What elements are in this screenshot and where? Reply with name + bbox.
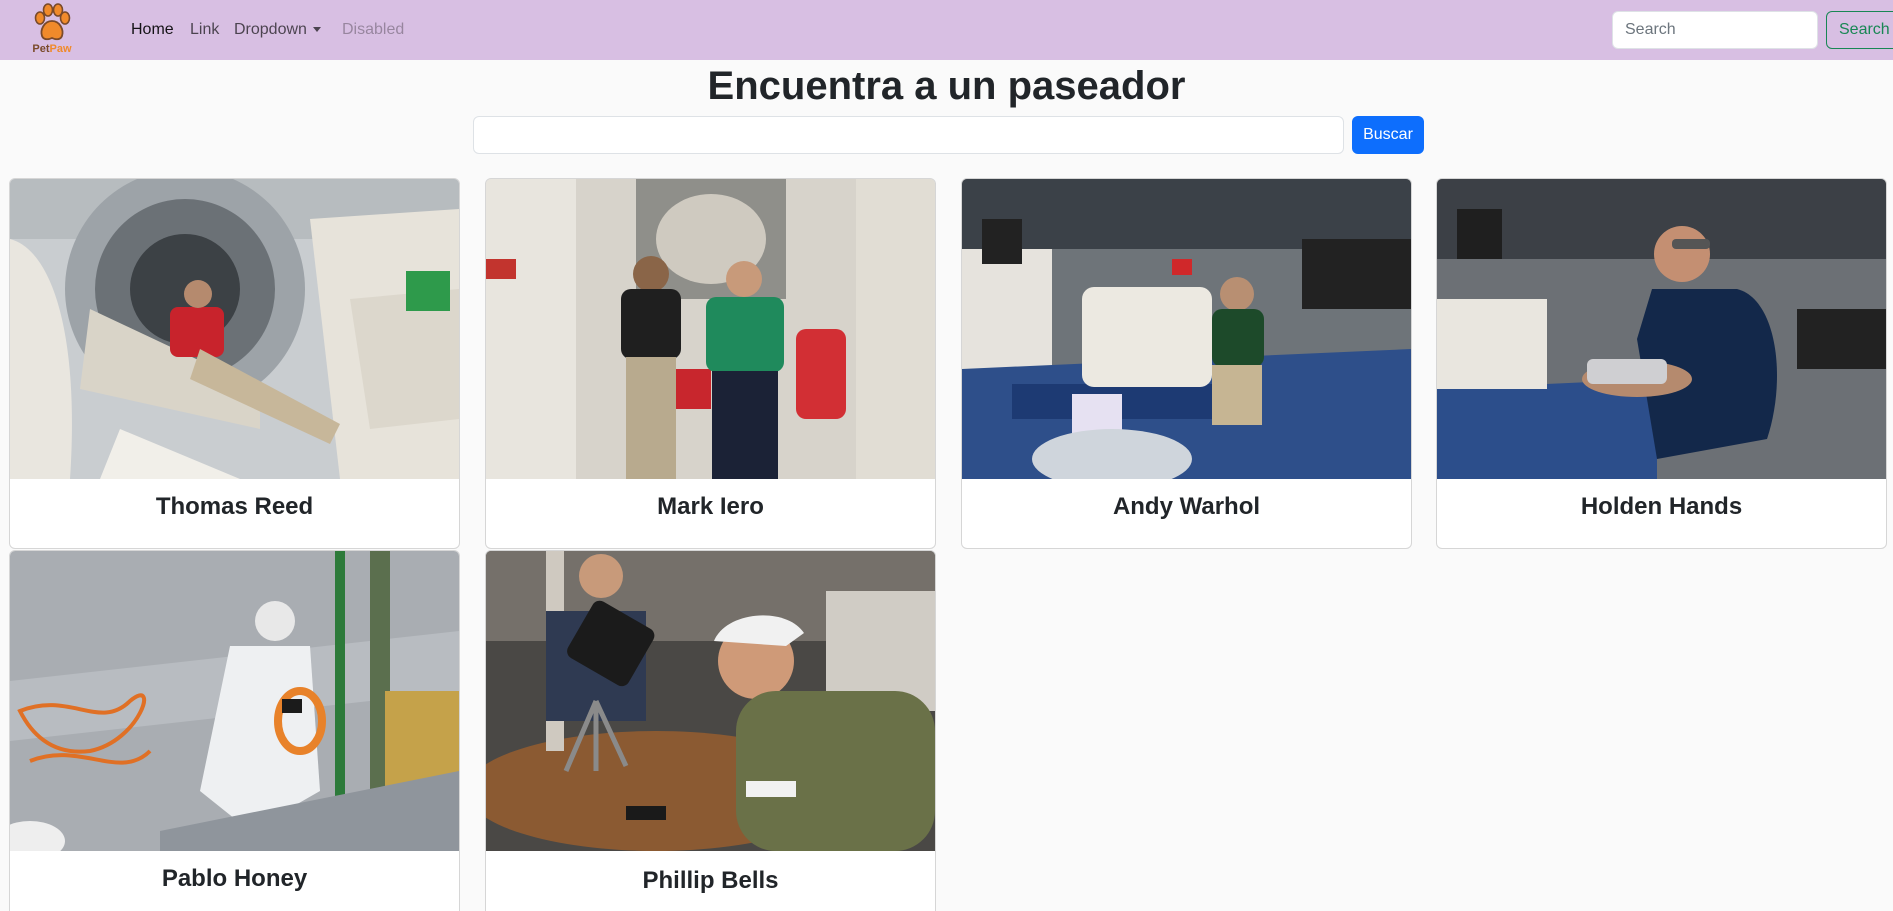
brand-logo[interactable]: PetPaw <box>28 2 76 56</box>
walker-card[interactable]: Thomas Reed <box>9 178 460 549</box>
walker-name: Holden Hands <box>1580 493 1743 520</box>
walker-name: Phillip Bells <box>642 867 779 894</box>
walker-photo <box>1437 179 1886 479</box>
walker-photo <box>486 179 935 479</box>
nav-link-link[interactable]: Link <box>190 19 219 41</box>
navbar-search-input[interactable] <box>1612 11 1818 49</box>
brand-name: PetPaw <box>28 43 76 55</box>
navbar: PetPaw Home Link Dropdown Disabled Searc… <box>0 0 1893 60</box>
page-title: Encuentra a un paseador <box>707 64 1186 108</box>
nav-dropdown-toggle[interactable]: Dropdown <box>234 19 321 41</box>
walker-name: Pablo Honey <box>161 865 308 892</box>
walker-photo <box>962 179 1411 479</box>
walker-card[interactable]: Phillip Bells <box>485 550 936 911</box>
walker-name: Andy Warhol <box>1112 493 1261 520</box>
walker-card[interactable]: Holden Hands <box>1436 178 1887 549</box>
navbar-search-button[interactable]: Search <box>1826 11 1893 49</box>
walker-photo <box>10 551 459 851</box>
walker-card[interactable]: Andy Warhol <box>961 178 1412 549</box>
nav-link-disabled: Disabled <box>342 21 405 38</box>
walker-photo <box>10 179 459 479</box>
brand-name-paw: Paw <box>49 43 72 55</box>
walker-photo <box>486 551 935 851</box>
walker-search-input[interactable] <box>473 116 1344 154</box>
nav-dropdown-label: Dropdown <box>234 21 307 38</box>
walker-name: Thomas Reed <box>155 493 314 520</box>
brand-name-pet: Pet <box>32 43 50 55</box>
buscar-button[interactable]: Buscar <box>1352 116 1424 154</box>
chevron-down-icon <box>312 27 321 33</box>
walker-name: Mark Iero <box>657 493 764 520</box>
paw-icon <box>34 3 71 41</box>
walker-card[interactable]: Pablo Honey <box>9 550 460 911</box>
nav-link-home[interactable]: Home <box>131 19 174 41</box>
walker-card[interactable]: Mark Iero <box>485 178 936 549</box>
